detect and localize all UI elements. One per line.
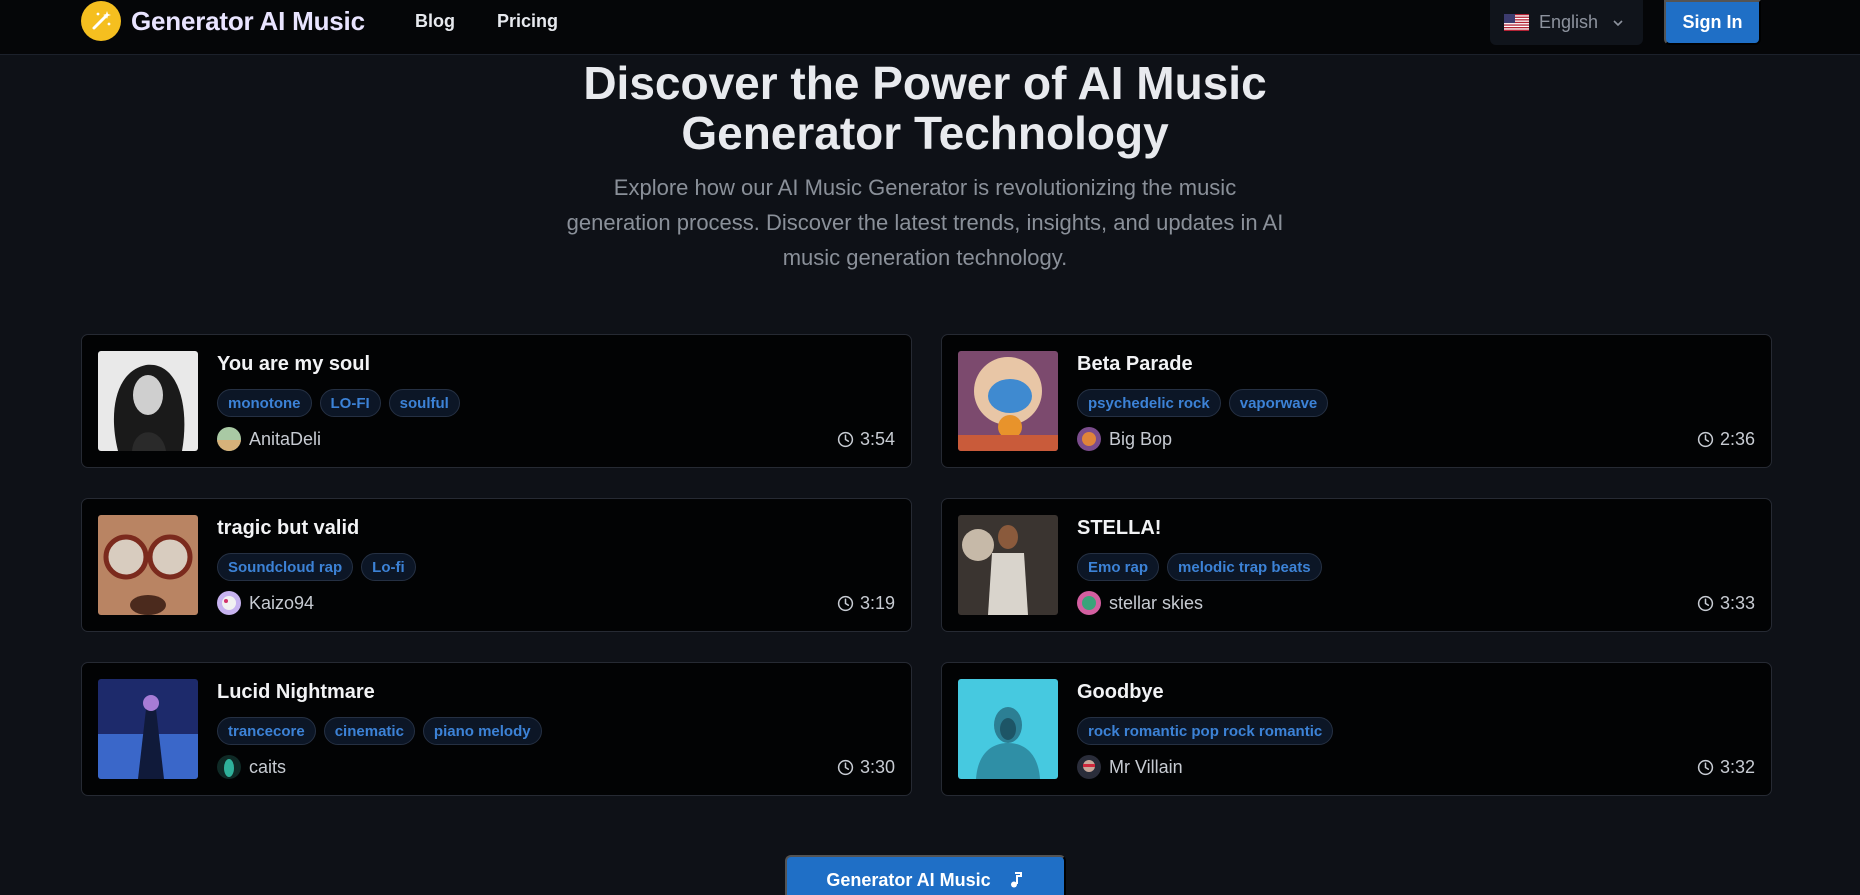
page-title: Discover the Power of AI Music Generator… [583, 57, 1267, 159]
song-duration: 3:19 [837, 591, 895, 615]
song-card[interactable]: STELLA! Emo rap melodic trap beats stell… [941, 498, 1772, 632]
genre-tag[interactable]: Soundcloud rap [217, 553, 354, 581]
song-title[interactable]: Goodbye [1077, 681, 1164, 704]
tag-list: trancecore cinematic piano melody [217, 717, 542, 745]
song-title[interactable]: Lucid Nightmare [217, 681, 375, 704]
tag-list: monotone LO-FI soulful [217, 389, 460, 417]
genre-tag[interactable]: monotone [217, 389, 312, 417]
genre-tag[interactable]: melodic trap beats [1167, 553, 1322, 581]
clock-icon [837, 595, 854, 611]
author-name: caits [249, 756, 287, 777]
avatar [1077, 755, 1101, 779]
song-duration: 2:36 [1697, 427, 1755, 451]
duration-value: 3:54 [859, 428, 895, 449]
author-name: Kaizo94 [249, 592, 315, 613]
tag-list: psychedelic rock vaporwave [1077, 389, 1329, 417]
song-title[interactable]: tragic but valid [217, 517, 359, 540]
song-author[interactable]: Big Bop [1077, 427, 1172, 451]
brand-logo-link[interactable]: Generator AI Music [81, 0, 365, 42]
song-duration: 3:54 [837, 427, 895, 451]
duration-value: 3:30 [859, 756, 895, 777]
song-title[interactable]: STELLA! [1077, 517, 1161, 540]
us-flag-icon [1504, 14, 1529, 31]
song-cover-image [98, 351, 198, 451]
avatar [1077, 427, 1101, 451]
genre-tag[interactable]: trancecore [217, 717, 316, 745]
genre-tag[interactable]: Emo rap [1077, 553, 1160, 581]
top-navbar: Generator AI Music Blog Pricing English … [0, 0, 1860, 55]
song-card[interactable]: Goodbye rock romantic pop rock romantic … [941, 662, 1772, 796]
clock-icon [837, 759, 854, 775]
author-name: AnitaDeli [249, 428, 322, 449]
brand-name: Generator AI Music [131, 5, 365, 36]
song-author[interactable]: caits [217, 755, 286, 779]
chevron-down-icon [1613, 19, 1623, 26]
song-author[interactable]: stellar skies [1077, 591, 1203, 615]
genre-tag[interactable]: LO-FI [319, 389, 381, 417]
sign-in-button[interactable]: Sign In [1664, 0, 1761, 45]
tag-list: Emo rap melodic trap beats [1077, 553, 1322, 581]
tag-list: Soundcloud rap Lo-fi [217, 553, 416, 581]
avatar [217, 427, 241, 451]
genre-tag[interactable]: cinematic [323, 717, 415, 745]
duration-value: 2:36 [1719, 428, 1755, 449]
genre-tag[interactable]: vaporwave [1228, 389, 1329, 417]
genre-tag[interactable]: psychedelic rock [1077, 389, 1221, 417]
avatar [217, 755, 241, 779]
tag-list: rock romantic pop rock romantic [1077, 717, 1334, 745]
song-author[interactable]: AnitaDeli [217, 427, 321, 451]
nav-blog-link[interactable]: Blog [415, 0, 455, 42]
language-selector[interactable]: English [1490, 0, 1643, 45]
avatar [1077, 591, 1101, 615]
genre-tag[interactable]: soulful [388, 389, 460, 417]
song-cover-image [98, 679, 198, 779]
genre-tag[interactable]: Lo-fi [361, 553, 416, 581]
generate-music-button[interactable]: Generator AI Music [785, 855, 1066, 895]
generate-music-label: Generator AI Music [826, 869, 991, 890]
song-cover-image [98, 515, 198, 615]
song-author[interactable]: Kaizo94 [217, 591, 314, 615]
clock-icon [1697, 759, 1714, 775]
author-name: stellar skies [1109, 592, 1204, 613]
author-name: Big Bop [1109, 428, 1173, 449]
page-subtitle: Explore how our AI Music Generator is re… [566, 175, 1284, 270]
magic-wand-icon [81, 1, 121, 41]
duration-value: 3:19 [859, 592, 895, 613]
song-author[interactable]: Mr Villain [1077, 755, 1183, 779]
song-title[interactable]: Beta Parade [1077, 353, 1193, 376]
song-card[interactable]: You are my soul monotone LO-FI soulful A… [81, 334, 912, 468]
language-label: English [1539, 12, 1599, 32]
song-card[interactable]: tragic but valid Soundcloud rap Lo-fi Ka… [81, 498, 912, 632]
duration-value: 3:32 [1719, 756, 1755, 777]
music-note-icon [1010, 872, 1022, 888]
clock-icon [1697, 595, 1714, 611]
song-duration: 3:30 [837, 755, 895, 779]
song-cover-image [958, 351, 1058, 451]
song-card[interactable]: Lucid Nightmare trancecore cinematic pia… [81, 662, 912, 796]
genre-tag[interactable]: piano melody [422, 717, 542, 745]
author-name: Mr Villain [1109, 756, 1183, 777]
clock-icon [1697, 431, 1714, 447]
song-title[interactable]: You are my soul [217, 353, 370, 376]
song-cover-image [958, 679, 1058, 779]
song-duration: 3:32 [1697, 755, 1755, 779]
clock-icon [837, 431, 854, 447]
nav-pricing-link[interactable]: Pricing [497, 0, 558, 42]
duration-value: 3:33 [1719, 592, 1755, 613]
song-cover-image [958, 515, 1058, 615]
song-duration: 3:33 [1697, 591, 1755, 615]
genre-tag[interactable]: rock romantic pop rock romantic [1077, 717, 1334, 745]
avatar [217, 591, 241, 615]
song-card[interactable]: Beta Parade psychedelic rock vaporwave B… [941, 334, 1772, 468]
